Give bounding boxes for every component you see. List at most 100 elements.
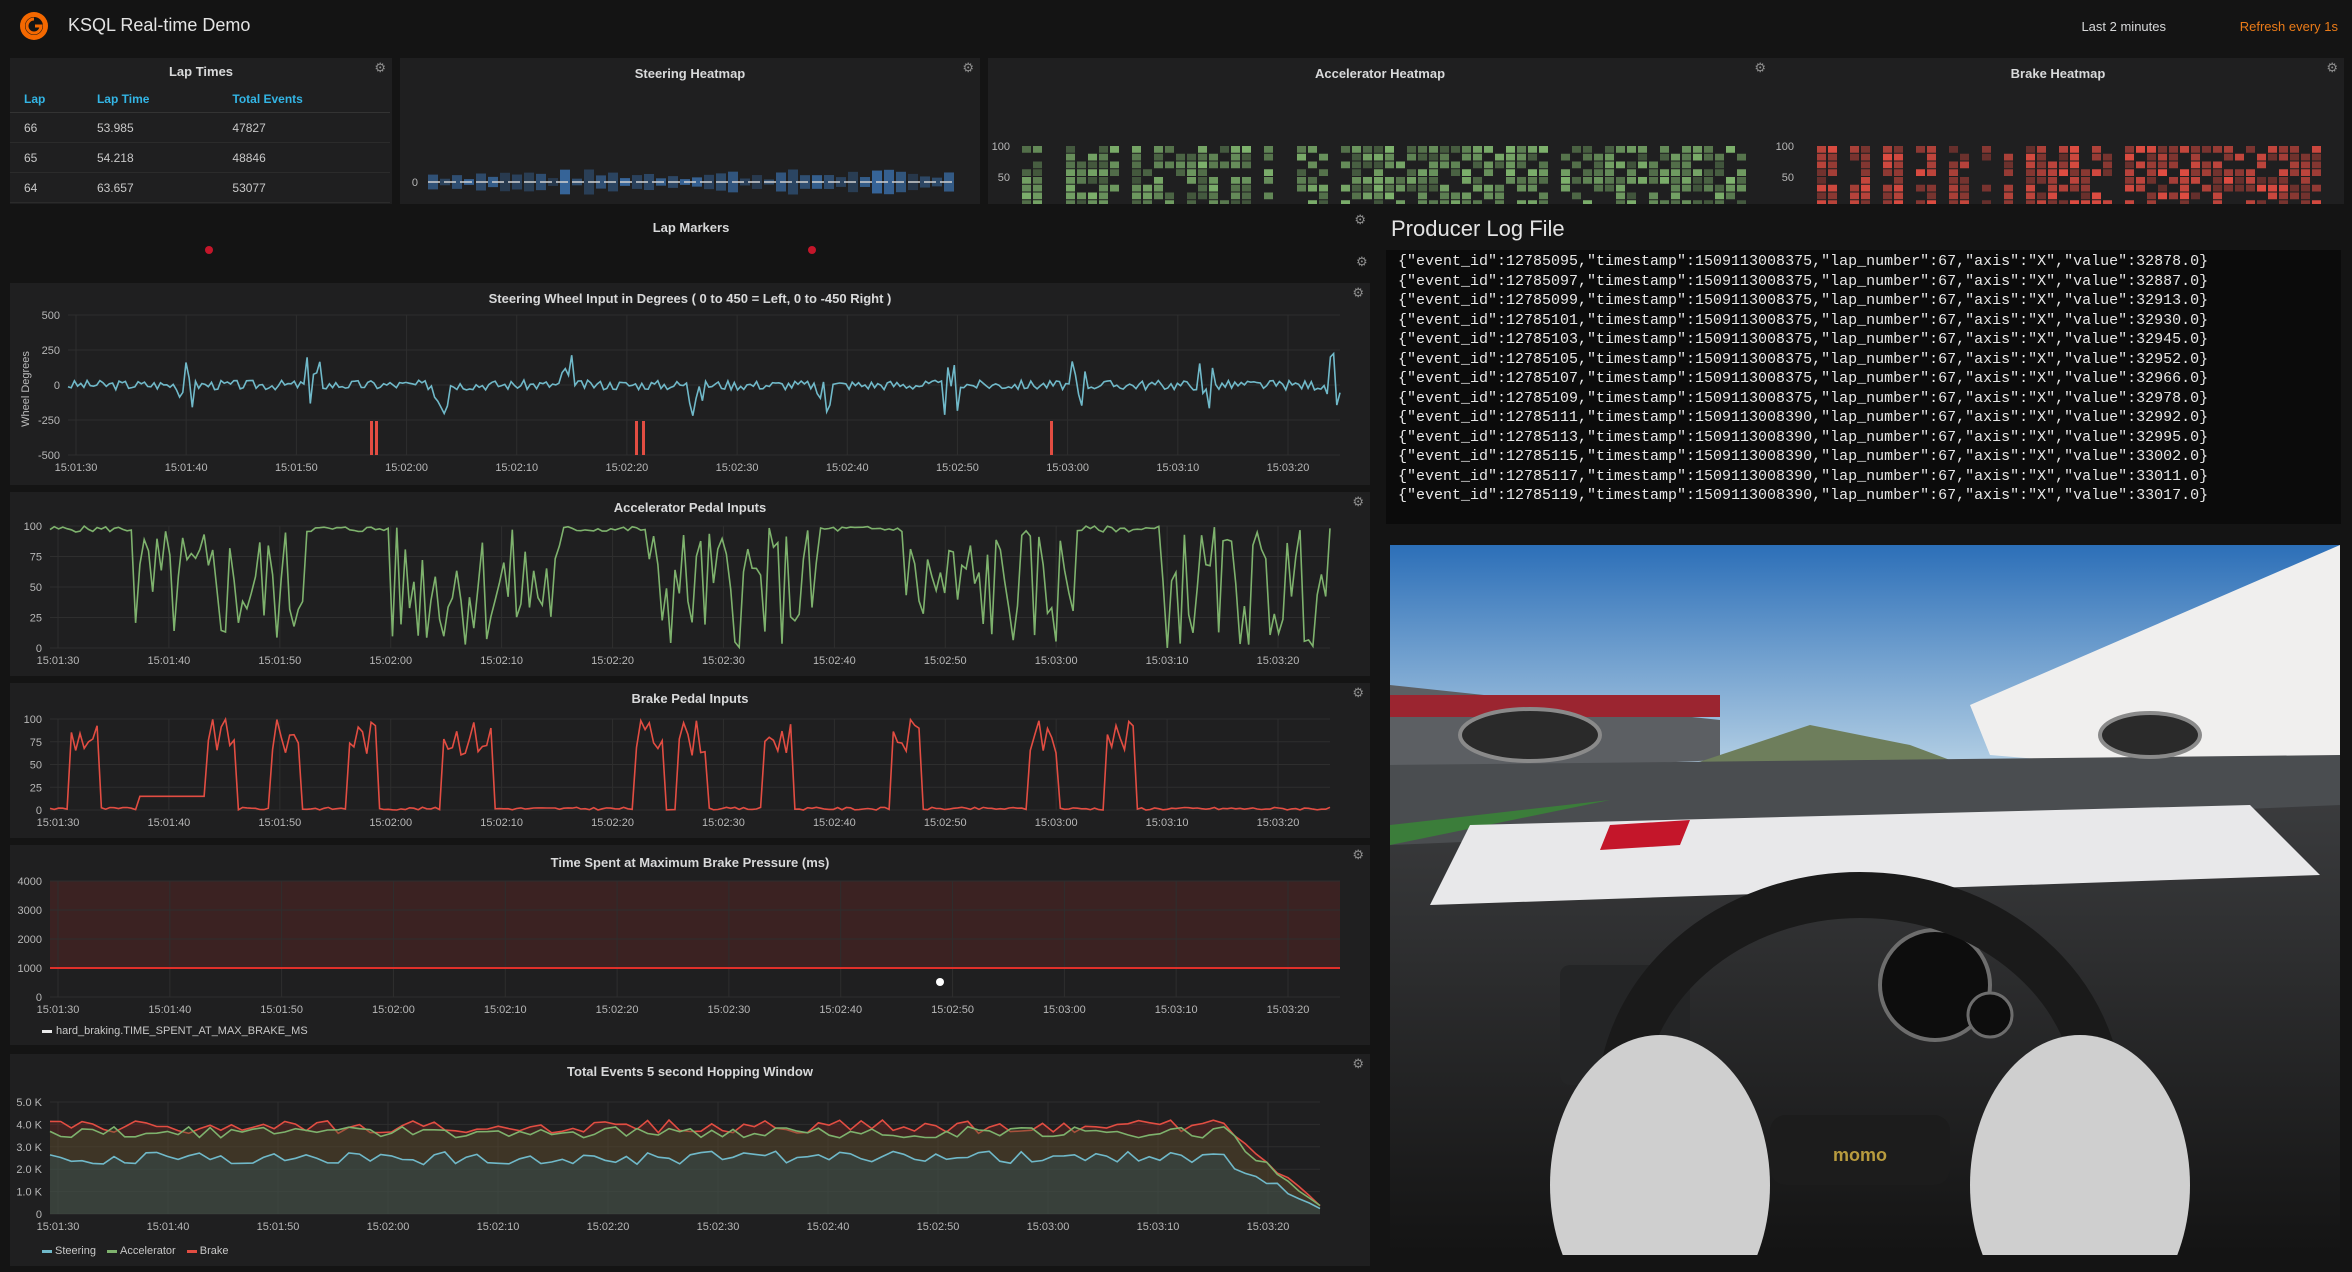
heatmap-cell — [2301, 161, 2310, 169]
heatmap-cell — [1949, 169, 1958, 176]
heatmap-cell — [2279, 169, 2288, 176]
heatmap-cell — [1927, 146, 1936, 153]
heatmap-cell — [1861, 177, 1870, 184]
heatmap-cell — [1828, 161, 1837, 169]
heatmap-cell — [1693, 177, 1702, 184]
heatmap-cell — [1110, 161, 1119, 169]
y-tick-label: 100 — [992, 141, 1010, 153]
y-tick-label: 5.0 K — [16, 1097, 42, 1109]
y-tick-label: 2.0 K — [16, 1164, 42, 1176]
x-tick-label: 15:01:50 — [258, 655, 301, 667]
heatmap-cell — [1154, 184, 1163, 192]
heatmap-cell — [1022, 169, 1031, 176]
panel-settings-icon[interactable]: ⚙ — [1354, 212, 1366, 228]
lap-marker-dot[interactable] — [205, 246, 213, 254]
heatmap-cell — [1649, 200, 1658, 204]
log-line: {"event_id":12785113,"timestamp":1509113… — [1398, 428, 2209, 446]
heatmap-cell — [1440, 161, 1449, 169]
heatmap-cell — [2301, 153, 2310, 161]
heatmap-cell — [1927, 184, 1936, 192]
heatmap-cell — [2202, 169, 2211, 176]
legend-item[interactable]: Accelerator — [107, 1245, 176, 1257]
heatmap-cell — [1462, 153, 1471, 161]
lap-markers-panel: Lap Markers ⚙ — [10, 210, 1372, 280]
column-header-lap[interactable]: Lap — [10, 86, 83, 113]
heatmap-cell — [1671, 177, 1680, 184]
panel-settings-icon[interactable]: ⚙ — [374, 60, 386, 76]
refresh-interval[interactable]: Refresh every 1s — [2240, 19, 2338, 34]
heatmap-cell — [1132, 153, 1141, 161]
legend-item[interactable]: hard_braking.TIME_SPENT_AT_MAX_BRAKE_MS — [42, 1025, 308, 1037]
heatmap-cell — [2169, 146, 2178, 153]
x-tick-label: 15:02:30 — [707, 1004, 750, 1016]
heatmap-cell — [1220, 200, 1229, 204]
heatmap-cell — [1828, 169, 1837, 176]
x-tick-label: 15:02:10 — [484, 1004, 527, 1016]
y-tick-label: 50 — [998, 172, 1010, 184]
heatmap-cell — [2125, 177, 2134, 184]
heatmap-cell — [2081, 192, 2090, 200]
dashboard-title[interactable]: KSQL Real-time Demo — [68, 15, 250, 36]
heatmap-cell — [1927, 161, 1936, 169]
heatmap-cell — [1737, 177, 1746, 184]
log-line: {"event_id":12785115,"timestamp":1509113… — [1398, 448, 2209, 465]
heatmap-cell — [1638, 146, 1647, 153]
heatmap-cell — [1916, 169, 1925, 176]
heatmap-cell — [1817, 146, 1826, 153]
heatmap-cell — [1242, 161, 1251, 169]
heatmap-cell — [2213, 184, 2222, 192]
column-header-lap-time[interactable]: Lap Time — [82, 86, 219, 113]
heatmap-cell — [1704, 153, 1713, 161]
heatmap-cell — [1165, 200, 1174, 204]
heatmap-cell — [1429, 146, 1438, 153]
column-header-total-events[interactable]: Total Events — [218, 86, 390, 113]
heatmap-cell — [1187, 192, 1196, 200]
heatmap-cell — [1429, 153, 1438, 161]
heatmap-cell — [2037, 200, 2046, 204]
heatmap-cell — [1594, 169, 1603, 176]
heatmap-cell — [1297, 153, 1306, 161]
panel-settings-icon[interactable]: ⚙ — [1356, 254, 1368, 270]
x-tick-label: 15:02:50 — [936, 462, 979, 474]
heatmap-cell — [1649, 169, 1658, 176]
y-tick-label: 0 — [36, 992, 42, 1004]
heatmap-cell — [1715, 169, 1724, 176]
heatmap-cell — [1627, 161, 1636, 169]
heatmap-cell — [2312, 184, 2321, 192]
table-cell: 66 — [10, 112, 83, 143]
heatmap-cell — [1660, 153, 1669, 161]
heatmap-cell — [1561, 153, 1570, 161]
heatmap-cell — [2059, 184, 2068, 192]
heatmap-cell — [1429, 200, 1438, 204]
heatmap-cell — [1817, 169, 1826, 176]
heatmap-cell — [2070, 169, 2079, 176]
heatmap-cell — [1374, 177, 1383, 184]
heatmap-cell — [1209, 177, 1218, 184]
heatmap-cell — [1451, 146, 1460, 153]
legend-item[interactable]: Steering — [42, 1245, 96, 1257]
heatmap-cell — [2147, 192, 2156, 200]
y-tick-label: 25 — [30, 782, 42, 794]
log-line: {"event_id":12785109,"timestamp":1509113… — [1398, 389, 2209, 407]
heatmap-cell — [2246, 200, 2255, 204]
heatmap-cell — [2301, 177, 2310, 184]
steering-input-chart: 500 250 0 -250 -50015:01:30 15:01:40 15:01:50 1… — [38, 310, 1341, 474]
lap-marker-dot[interactable] — [808, 246, 816, 254]
heatmap-cell — [1517, 177, 1526, 184]
heatmap-cell — [2301, 169, 2310, 176]
heatmap-cell — [2268, 146, 2277, 153]
x-tick-label: 15:03:00 — [1046, 462, 1089, 474]
heatmap-cell — [2026, 169, 2035, 176]
cockpit-video-feed[interactable]: momo — [1390, 545, 2340, 1255]
time-range-picker[interactable]: Last 2 minutes — [2081, 19, 2166, 34]
grafana-logo-icon[interactable] — [18, 10, 50, 42]
x-tick-label: 15:01:30 — [37, 655, 80, 667]
heatmap-cell — [1297, 177, 1306, 184]
x-tick-label: 15:01:40 — [148, 1004, 191, 1016]
heatmap-cell — [1883, 192, 1892, 200]
legend-item[interactable]: Brake — [186, 1245, 229, 1257]
heatmap-cell — [1352, 192, 1361, 200]
steering-heatmap-chart: 015:01:3015:01:4515:02:0015:02:1515:02:3… — [412, 169, 955, 195]
heatmap-cell — [1209, 184, 1218, 192]
wheel-brand-label: momo — [1833, 1145, 1887, 1165]
